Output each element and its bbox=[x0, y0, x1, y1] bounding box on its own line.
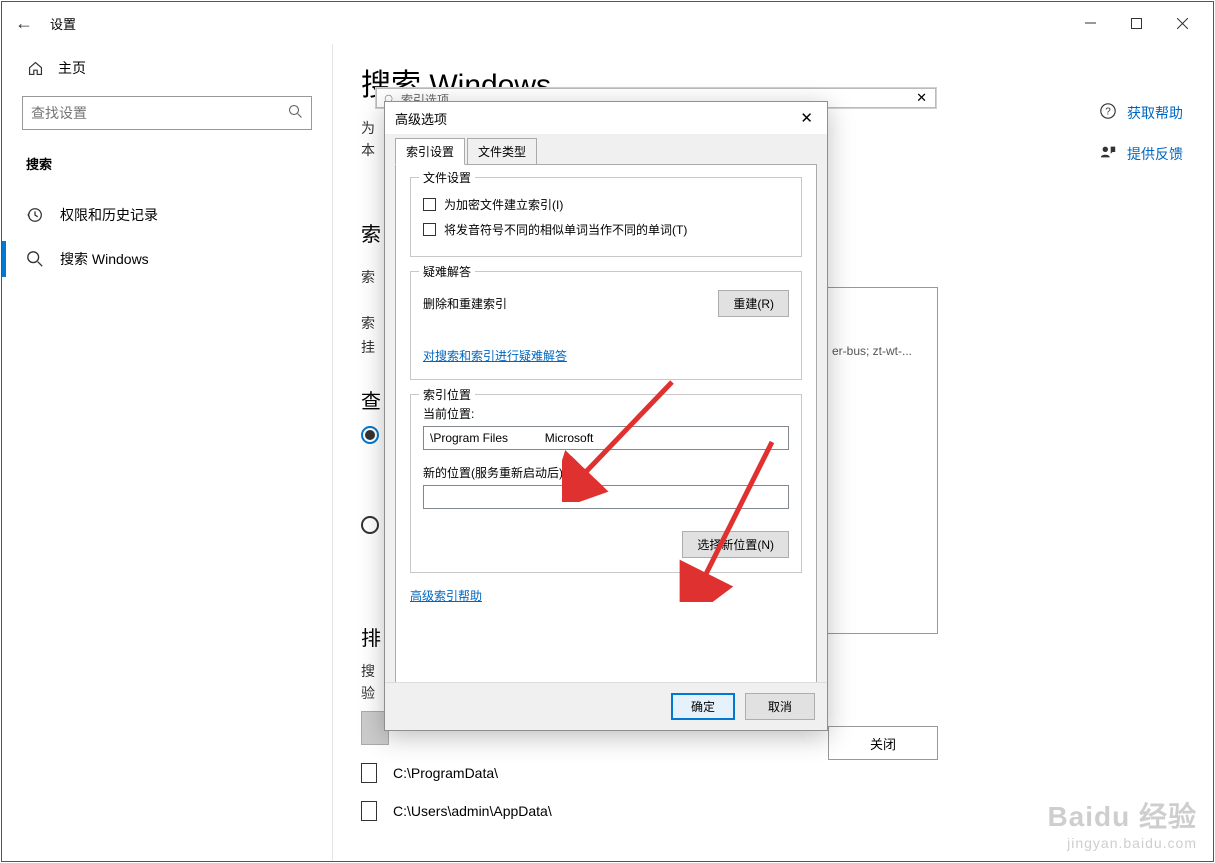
ok-button[interactable]: 确定 bbox=[671, 693, 735, 720]
close-button[interactable] bbox=[1159, 8, 1205, 38]
help-icon: ? bbox=[1099, 102, 1117, 123]
checkbox-label: 为加密文件建立索引(I) bbox=[444, 196, 563, 213]
sidebar-item-label: 权限和历史记录 bbox=[60, 205, 158, 225]
new-location-label: 新的位置(服务重新启动后): bbox=[423, 464, 789, 481]
sidebar-search[interactable] bbox=[22, 96, 312, 130]
fieldset-file-settings: 文件设置 为加密文件建立索引(I) 将发音符号不同的相似单词当作不同的单词(T) bbox=[410, 177, 802, 257]
search-icon bbox=[288, 104, 303, 123]
sidebar-item-label: 搜索 Windows bbox=[60, 249, 149, 269]
tab-panel: 文件设置 为加密文件建立索引(I) 将发音符号不同的相似单词当作不同的单词(T)… bbox=[395, 164, 817, 699]
new-location-input[interactable] bbox=[423, 485, 789, 509]
cancel-button[interactable]: 取消 bbox=[745, 693, 815, 720]
advanced-index-help-link[interactable]: 高级索引帮助 bbox=[410, 589, 482, 603]
checkbox-encrypted-index[interactable]: 为加密文件建立索引(I) bbox=[423, 196, 789, 213]
help-links: ? 获取帮助 提供反馈 bbox=[1099, 102, 1183, 164]
sidebar: 主页 搜索 权限和历史记录 搜索 Windows bbox=[2, 44, 332, 861]
sidebar-home[interactable]: 主页 bbox=[22, 58, 312, 78]
current-location-input[interactable] bbox=[423, 426, 789, 450]
watermark-logo: Baidu 经验 bbox=[1047, 795, 1197, 835]
current-location-label: 当前位置: bbox=[423, 405, 789, 422]
choose-new-location-button[interactable]: 选择新位置(N) bbox=[682, 531, 789, 558]
watermark: Baidu 经验 jingyan.baidu.com bbox=[1047, 795, 1197, 851]
tab-index-settings[interactable]: 索引设置 bbox=[395, 138, 465, 165]
tab-file-types[interactable]: 文件类型 bbox=[467, 138, 537, 165]
history-icon bbox=[26, 206, 44, 224]
folder-icon bbox=[361, 801, 377, 821]
search-input[interactable] bbox=[31, 105, 288, 121]
excluded-folder-row[interactable]: C:\ProgramData\ bbox=[361, 763, 1185, 783]
get-help-link[interactable]: ? 获取帮助 bbox=[1099, 102, 1183, 123]
sidebar-item-permissions[interactable]: 权限和历史记录 bbox=[22, 193, 312, 237]
sidebar-item-search-windows[interactable]: 搜索 Windows bbox=[22, 237, 312, 281]
checkbox-diacritics[interactable]: 将发音符号不同的相似单词当作不同的单词(T) bbox=[423, 221, 789, 238]
dialog-close-icon[interactable]: ✕ bbox=[796, 109, 817, 127]
feedback-link[interactable]: 提供反馈 bbox=[1099, 143, 1183, 164]
sidebar-section-label: 搜索 bbox=[22, 154, 312, 173]
excluded-path: C:\Users\admin\AppData\ bbox=[393, 803, 552, 819]
bg-dialog-close-icon[interactable]: ✕ bbox=[916, 90, 927, 106]
back-button[interactable]: ← bbox=[10, 13, 38, 34]
bg-dialog-close-button[interactable]: 关闭 bbox=[828, 726, 938, 760]
fieldset-troubleshoot: 疑难解答 删除和重建索引 重建(R) 对搜索和索引进行疑难解答 bbox=[410, 271, 802, 380]
checkbox-icon bbox=[423, 198, 436, 211]
rebuild-button[interactable]: 重建(R) bbox=[718, 290, 789, 317]
watermark-url: jingyan.baidu.com bbox=[1047, 835, 1197, 851]
checkbox-icon bbox=[423, 223, 436, 236]
rebuild-label: 删除和重建索引 bbox=[423, 295, 507, 312]
advanced-options-dialog: 高级选项 ✕ 索引设置 文件类型 文件设置 为加密文件建立索引(I) 将发 bbox=[384, 101, 828, 731]
sidebar-home-label: 主页 bbox=[58, 58, 86, 78]
checkbox-label: 将发音符号不同的相似单词当作不同的单词(T) bbox=[444, 221, 687, 238]
window-titlebar: ← 设置 bbox=[2, 2, 1213, 44]
fieldset-legend: 文件设置 bbox=[419, 169, 475, 186]
radio-unchecked-icon bbox=[361, 516, 379, 534]
background-panel-fragment: er-bus; zt-wt-... bbox=[828, 287, 938, 634]
fieldset-legend: 疑难解答 bbox=[419, 263, 475, 280]
dialog-title-text: 高级选项 bbox=[395, 109, 447, 128]
svg-text:?: ? bbox=[1105, 107, 1111, 118]
folder-icon bbox=[361, 763, 377, 783]
window-title: 设置 bbox=[50, 14, 76, 33]
minimize-button[interactable] bbox=[1067, 8, 1113, 38]
home-icon bbox=[26, 60, 44, 77]
fieldset-index-location: 索引位置 当前位置: 新的位置(服务重新启动后): 选择新位置(N) bbox=[410, 394, 802, 573]
excluded-path: C:\ProgramData\ bbox=[393, 765, 498, 781]
feedback-icon bbox=[1099, 143, 1117, 164]
fieldset-legend: 索引位置 bbox=[419, 386, 475, 403]
maximize-button[interactable] bbox=[1113, 8, 1159, 38]
troubleshoot-link[interactable]: 对搜索和索引进行疑难解答 bbox=[423, 349, 567, 363]
search-icon bbox=[26, 250, 44, 268]
dialog-footer: 确定 取消 bbox=[385, 682, 827, 730]
radio-checked-icon bbox=[361, 426, 379, 444]
dialog-titlebar: 高级选项 ✕ bbox=[385, 102, 827, 134]
